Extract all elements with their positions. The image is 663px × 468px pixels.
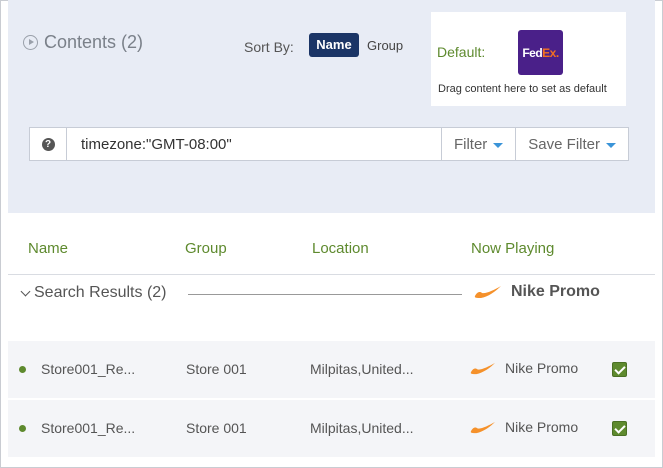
caret-down-icon (606, 142, 616, 148)
help-icon: ? (41, 137, 55, 151)
filter-dropdown-button[interactable]: Filter (440, 128, 515, 160)
column-header-location[interactable]: Location (312, 240, 369, 257)
default-content-dropzone[interactable]: Default: Fed Ex. Drag content here to set… (431, 12, 626, 106)
row-now-playing-label: Nike Promo (505, 419, 579, 435)
sort-name-button[interactable]: Name (309, 33, 359, 57)
contents-header[interactable]: Contents (2) (23, 32, 143, 53)
group-divider-line (188, 294, 462, 295)
header-divider (8, 274, 655, 275)
table-row[interactable]: Store001_Re... Store 001 Milpitas,United… (8, 341, 655, 398)
group-row-search-results[interactable]: Search Results (2) (20, 284, 167, 302)
row-now-playing: Nike Promo (470, 419, 578, 435)
row-name: Store001_Re... (41, 420, 136, 436)
save-filter-dropdown-button[interactable]: Save Filter (515, 128, 628, 160)
caret-down-icon (493, 142, 504, 148)
nike-swoosh-icon (474, 286, 501, 298)
help-button[interactable]: ? (30, 128, 67, 160)
logo-fed-text: Fed (522, 45, 543, 60)
row-group: Store 001 (186, 420, 247, 436)
row-name: Store001_Re... (41, 361, 136, 377)
save-filter-label: Save Filter (528, 135, 600, 153)
row-location: Milpitas,United... (310, 361, 414, 377)
row-now-playing: Nike Promo (470, 360, 578, 376)
table-row[interactable]: Store001_Re... Store 001 Milpitas,United… (8, 400, 655, 457)
row-now-playing-label: Nike Promo (505, 360, 579, 376)
group-now-playing: Nike Promo (474, 283, 600, 301)
logo-ex-text: Ex (542, 45, 556, 60)
logo-dot-text: . (555, 45, 559, 60)
default-hint: Drag content here to set as default (438, 83, 607, 95)
chevron-down-icon[interactable] (20, 286, 31, 296)
nike-swoosh-icon (470, 421, 496, 433)
contents-title: Contents (2) (44, 32, 144, 52)
column-header-group[interactable]: Group (185, 240, 227, 257)
status-online-dot (19, 425, 26, 432)
filter-label: Filter (453, 135, 488, 153)
group-label: Search Results (2) (34, 284, 167, 301)
row-group: Store 001 (186, 361, 247, 377)
column-header-now-playing[interactable]: Now Playing (471, 240, 554, 257)
group-now-playing-label: Nike Promo (511, 283, 600, 300)
status-online-dot (19, 366, 26, 373)
default-label: Default: (437, 44, 486, 60)
nike-swoosh-icon (470, 362, 496, 374)
fedex-logo-thumbnail[interactable]: Fed Ex. (518, 30, 563, 75)
sort-by-label: Sort By: (244, 39, 294, 55)
column-header-name[interactable]: Name (28, 240, 68, 257)
row-checkbox[interactable] (612, 362, 627, 377)
filter-input[interactable] (67, 128, 441, 160)
row-checkbox[interactable] (612, 421, 627, 436)
row-location: Milpitas,United... (310, 420, 414, 436)
sort-group-button[interactable]: Group (367, 38, 403, 53)
filter-bar: ? Filter Save Filter (29, 127, 629, 161)
play-circle-icon[interactable] (23, 35, 38, 50)
